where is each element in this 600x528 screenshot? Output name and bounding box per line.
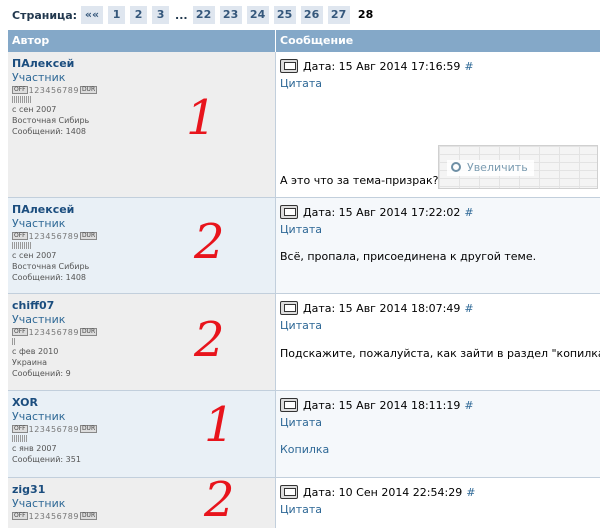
author-name-link[interactable]: chiff07 (12, 299, 275, 313)
quote-link[interactable]: Цитата (280, 503, 600, 517)
author-cell: ПАлексей Участник OFF 123456789 DUR с сен … (8, 52, 276, 197)
message-cell: Дата: 15 Авг 2014 18:11:19 # Цитата Копи… (276, 391, 600, 477)
post-date: Дата: 15 Авг 2014 17:22:02 (303, 205, 461, 219)
reputation-bars-icon (12, 242, 275, 250)
author-name-link[interactable]: XOR (12, 396, 275, 410)
message-cell: Дата: 10 Сен 2014 22:54:29 # Цитата (276, 478, 600, 528)
post-date: Дата: 10 Сен 2014 22:54:29 (303, 485, 463, 499)
author-rank: Участник (12, 313, 66, 326)
post-permalink[interactable]: # (464, 399, 473, 412)
author-cell: zig31 Участник OFF 123456789 DUR 2 (8, 472, 276, 528)
posts-table: Автор Сообщение ПАлексей Участник OFF 123… (8, 30, 600, 528)
post-permalink[interactable]: # (464, 302, 473, 315)
column-header-message: Сообщение (280, 34, 354, 47)
zoom-button[interactable]: Увеличить (447, 160, 534, 176)
post-date: Дата: 15 Авг 2014 18:07:49 (303, 301, 461, 315)
post-icon (280, 485, 298, 499)
current-page: 28 (357, 8, 374, 21)
post-link[interactable]: Копилка (280, 443, 329, 457)
post-text: А это что за тема-призрак? (280, 174, 439, 187)
post-row: ПАлексей Участник OFF 123456789 DUR с сен … (8, 198, 600, 294)
first-page-link[interactable]: «« (81, 6, 104, 24)
post-icon (280, 301, 298, 315)
online-status-icon: OFF 123456789 DUR (12, 85, 98, 95)
author-name-link[interactable]: zig31 (12, 483, 275, 497)
author-post-count: Сообщений: 9 (12, 369, 71, 378)
image-thumbnail[interactable]: Увеличить (438, 145, 598, 189)
post-row: zig31 Участник OFF 123456789 DUR 2 Дата: 1… (8, 472, 600, 528)
post-row: chiff07 Участник OFF 123456789 DUR с фев 2… (8, 294, 600, 391)
author-name-link[interactable]: ПАлексей (12, 203, 275, 217)
handwritten-mark: 1 (204, 397, 235, 453)
handwritten-mark: 1 (186, 90, 217, 146)
post-text: Всё, пропала, присоединена к другой теме… (280, 250, 537, 263)
post-date: Дата: 15 Авг 2014 18:11:19 (303, 398, 461, 412)
page-link-3[interactable]: 3 (152, 6, 170, 24)
post-permalink[interactable]: # (466, 486, 475, 499)
author-since: с сен 2007 (12, 251, 57, 260)
author-post-count: Сообщений: 1408 (12, 127, 86, 136)
zoom-label: Увеличить (467, 161, 528, 174)
author-since: с янв 2007 (12, 444, 57, 453)
message-cell: Дата: 15 Авг 2014 17:22:02 # Цитата Всё,… (276, 198, 600, 293)
pagination-ellipsis: ... (175, 8, 188, 22)
page-link-1[interactable]: 1 (108, 6, 126, 24)
author-cell: chiff07 Участник OFF 123456789 DUR с фев 2… (8, 294, 276, 390)
post-row: ПАлексей Участник OFF 123456789 DUR с сен … (8, 52, 600, 198)
table-header: Автор Сообщение (8, 30, 600, 52)
page-link-2[interactable]: 2 (130, 6, 148, 24)
quote-link[interactable]: Цитата (280, 223, 600, 237)
author-rank: Участник (12, 497, 66, 510)
author-rank: Участник (12, 410, 66, 423)
author-since: с фев 2010 (12, 347, 59, 356)
author-post-count: Сообщений: 351 (12, 455, 81, 464)
author-post-count: Сообщений: 1408 (12, 273, 86, 282)
quote-link[interactable]: Цитата (280, 319, 600, 333)
message-cell: Дата: 15 Авг 2014 18:07:49 # Цитата Подс… (276, 294, 600, 390)
online-status-icon: OFF 123456789 DUR (12, 511, 98, 521)
author-location: Восточная Сибирь (12, 116, 90, 125)
pagination-label: Страница: (12, 8, 78, 22)
page-link-27[interactable]: 27 (327, 6, 350, 24)
post-permalink[interactable]: # (464, 206, 473, 219)
handwritten-mark: 2 (194, 312, 225, 368)
pagination: Страница: «« 1 2 3 ... 22 23 24 25 26 27… (0, 0, 600, 30)
author-location: Украина (12, 358, 48, 367)
quote-link[interactable]: Цитата (280, 416, 600, 430)
post-icon (280, 205, 298, 219)
page-link-22[interactable]: 22 (192, 6, 215, 24)
page-link-24[interactable]: 24 (246, 6, 269, 24)
reputation-bars-icon (12, 338, 275, 346)
post-text: Подскажите, пожалуйста, как зайти в разд… (280, 347, 600, 360)
author-location: Восточная Сибирь (12, 262, 90, 271)
quote-link[interactable]: Цитата (280, 77, 600, 91)
post-permalink[interactable]: # (464, 60, 473, 73)
online-status-icon: OFF 123456789 DUR (12, 231, 98, 241)
handwritten-mark: 2 (204, 472, 235, 528)
page-link-23[interactable]: 23 (219, 6, 242, 24)
magnifier-icon (451, 162, 461, 172)
reputation-bars-icon (12, 96, 275, 104)
page-link-26[interactable]: 26 (300, 6, 323, 24)
author-since: с сен 2007 (12, 105, 57, 114)
author-cell: XOR Участник OFF 123456789 DUR с янв 2007 … (8, 391, 276, 477)
online-status-icon: OFF 123456789 DUR (12, 424, 98, 434)
post-date: Дата: 15 Авг 2014 17:16:59 (303, 59, 461, 73)
author-rank: Участник (12, 71, 66, 84)
author-name-link[interactable]: ПАлексей (12, 57, 275, 71)
post-icon (280, 398, 298, 412)
author-cell: ПАлексей Участник OFF 123456789 DUR с сен … (8, 198, 276, 293)
page-link-25[interactable]: 25 (273, 6, 296, 24)
message-cell: Дата: 15 Авг 2014 17:16:59 # Цитата Увел… (276, 52, 600, 197)
post-icon (280, 59, 298, 73)
author-rank: Участник (12, 217, 66, 230)
online-status-icon: OFF 123456789 DUR (12, 327, 98, 337)
reputation-bars-icon (12, 435, 275, 443)
column-header-author: Автор (8, 30, 276, 52)
handwritten-mark: 2 (194, 214, 225, 270)
post-row: XOR Участник OFF 123456789 DUR с янв 2007 … (8, 391, 600, 478)
